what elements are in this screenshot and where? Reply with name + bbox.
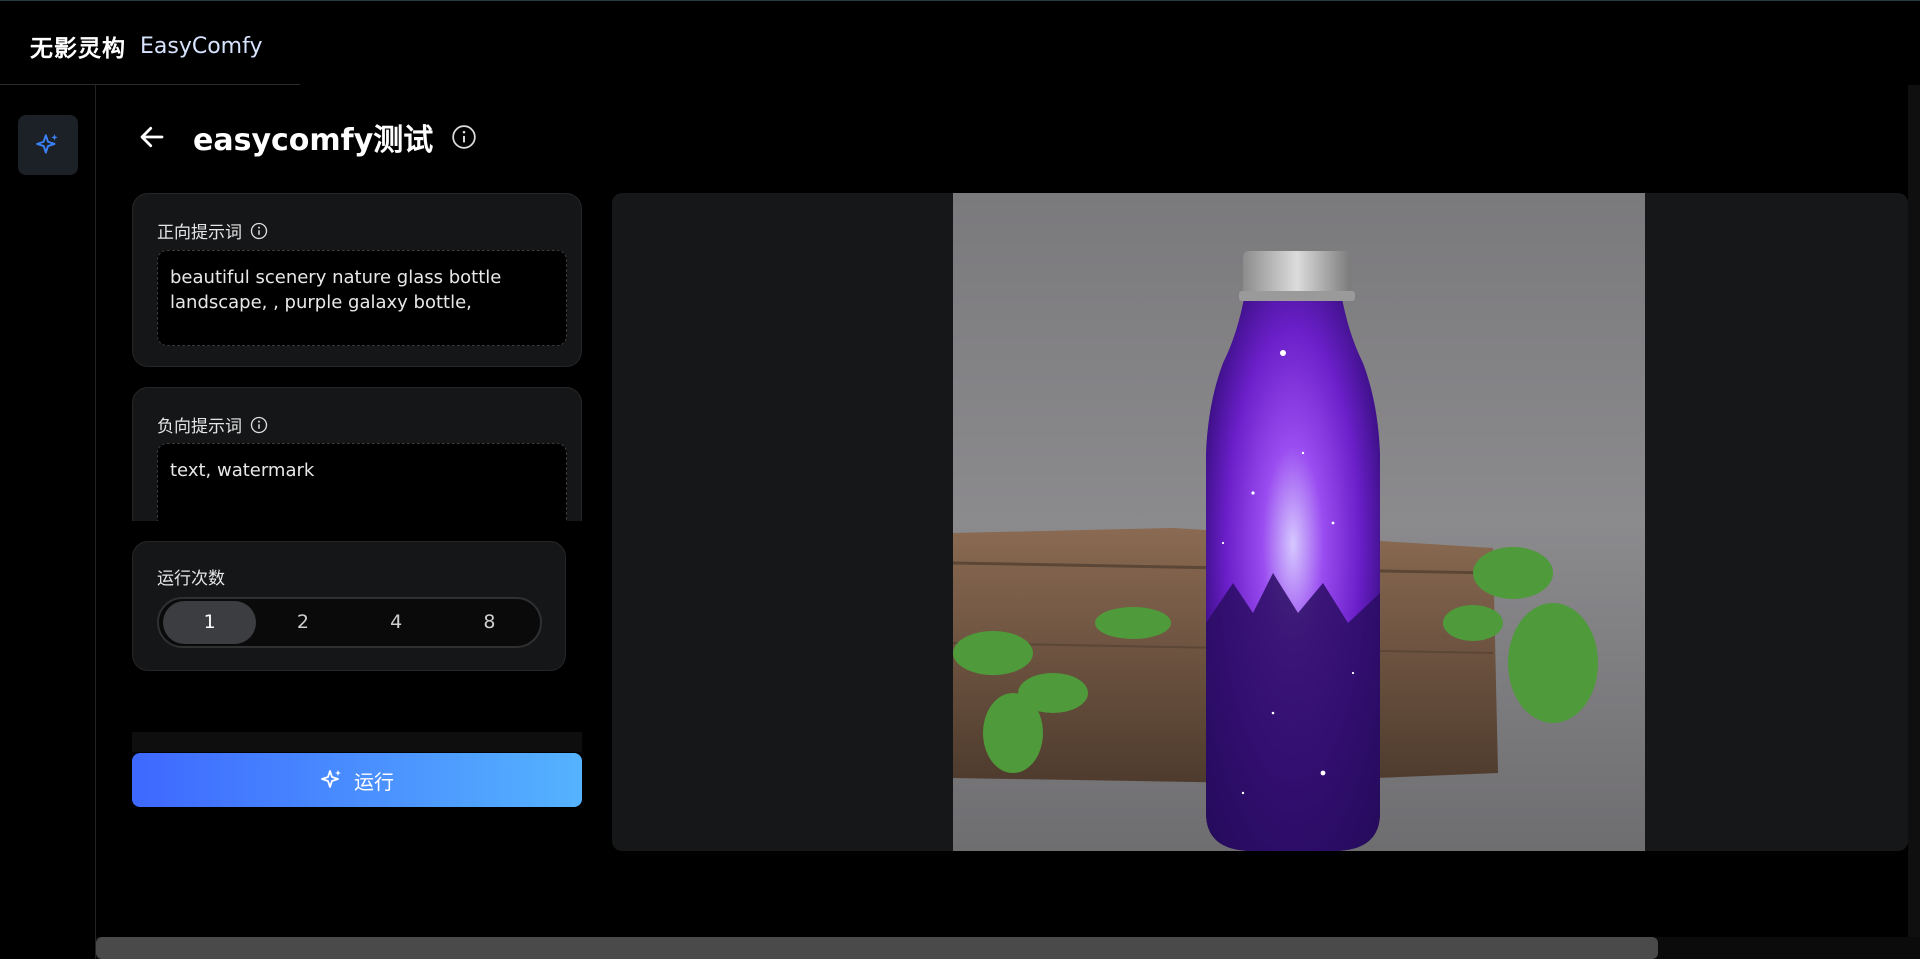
positive-prompt-label-row: 正向提示词 (157, 218, 268, 243)
run-count-card: 运行次数 1 2 4 8 (132, 541, 566, 671)
panel-fade (132, 732, 582, 752)
back-arrow-icon (140, 126, 164, 148)
brand: 无影灵构 EasyComfy (30, 29, 263, 63)
back-button[interactable] (137, 122, 167, 152)
horizontal-scrollbar-thumb[interactable] (96, 937, 1658, 959)
run-button-label: 运行 (354, 769, 394, 794)
positive-prompt-input[interactable]: beautiful scenery nature glass bottle la… (157, 250, 567, 346)
run-count-label: 运行次数 (157, 569, 225, 589)
info-icon[interactable] (250, 222, 268, 240)
vertical-scrollbar[interactable] (1908, 85, 1920, 937)
run-button[interactable]: 运行 (132, 753, 582, 807)
horizontal-scrollbar[interactable] (96, 937, 1920, 959)
sparkle-icon (321, 770, 341, 788)
top-bar: 无影灵构 EasyComfy (0, 0, 1920, 84)
info-icon[interactable] (250, 416, 268, 434)
run-count-option[interactable]: 4 (350, 601, 443, 644)
negative-prompt-label: 负向提示词 (157, 417, 242, 437)
page-title: easycomfy测试 (193, 123, 434, 158)
rail-sparkle-button[interactable] (18, 115, 78, 175)
brand-name-en: EasyComfy (140, 33, 263, 59)
info-icon (452, 125, 476, 149)
generated-image-art (953, 193, 1645, 851)
negative-prompt-input[interactable]: text, watermark (157, 443, 567, 521)
positive-prompt-card: 正向提示词 beautiful scenery nature glass bot… (132, 193, 582, 367)
run-count-selector: 1 2 4 8 (157, 597, 542, 648)
left-rail (0, 85, 96, 959)
negative-prompt-clip: 负向提示词 text, watermark (132, 387, 582, 521)
run-count-option[interactable]: 8 (443, 601, 536, 644)
brand-name-cn: 无影灵构 (30, 36, 126, 62)
result-preview (612, 193, 1908, 851)
page-header: easycomfy测试 (137, 115, 477, 159)
title-info-button[interactable] (451, 124, 477, 150)
run-count-option[interactable]: 2 (256, 601, 349, 644)
generated-image[interactable] (953, 193, 1645, 851)
negative-prompt-card: 负向提示词 text, watermark (132, 387, 582, 521)
negative-prompt-label-row: 负向提示词 (157, 412, 268, 437)
run-count-option[interactable]: 1 (163, 601, 257, 644)
sparkle-icon (36, 134, 58, 154)
positive-prompt-label: 正向提示词 (157, 223, 242, 243)
